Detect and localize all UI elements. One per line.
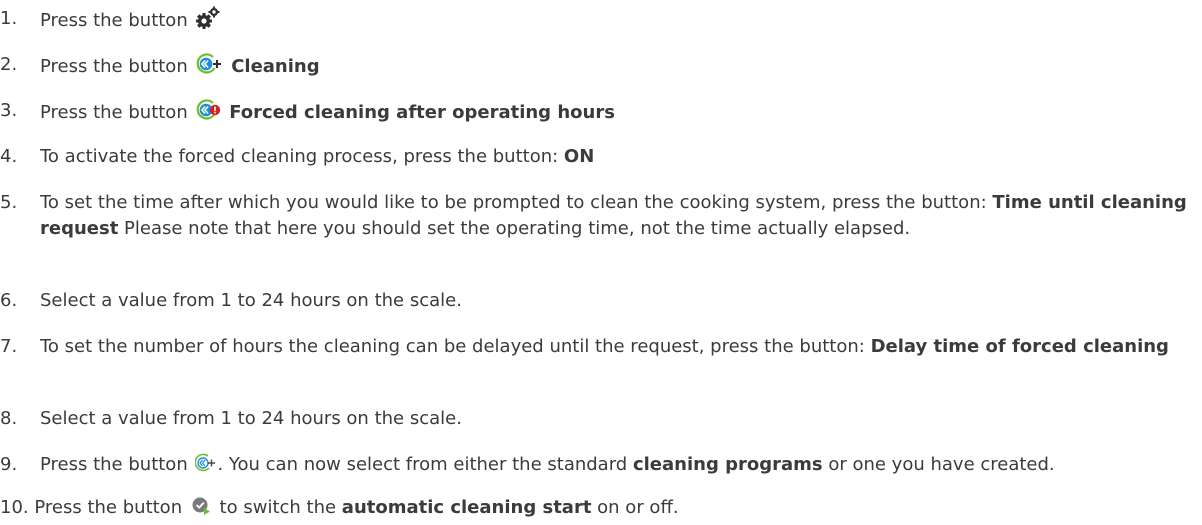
automatic-start-icon <box>190 495 212 525</box>
step-text-post: Please note that here you should set the… <box>118 218 911 239</box>
list-item: 5. To set the time after which you would… <box>0 190 1188 242</box>
step-text: Press the button <box>40 56 194 77</box>
list-item: 2. Press the button Cleaning <box>0 52 1188 84</box>
step-bold-label: Forced cleaning after operating hours <box>229 102 615 123</box>
step-text: Press the button <box>40 102 194 123</box>
step-number: 3. <box>0 100 18 121</box>
step-text: To set the time after which you would li… <box>40 192 993 213</box>
step-number: 9. <box>0 454 18 475</box>
step-bold-label: ON <box>563 146 595 167</box>
step-bold-label: Cleaning <box>231 56 320 77</box>
step-text: Press the button <box>40 10 194 31</box>
list-item: 8. Select a value from 1 to 24 hours on … <box>0 406 1188 432</box>
step-text: Press the button <box>40 454 194 475</box>
step-text-mid: . You can now select from either the sta… <box>217 454 633 475</box>
step-number: 4. <box>0 146 18 167</box>
step-bold-label: cleaning programs <box>632 454 823 475</box>
list-item: 6. Select a value from 1 to 24 hours on … <box>0 288 1188 314</box>
step-number: 6. <box>0 290 18 311</box>
step-text-mid: to switch the <box>213 497 342 518</box>
settings-gears-icon <box>195 6 221 38</box>
step-text: To set the number of hours the cleaning … <box>40 336 871 357</box>
step-text: Select a value from 1 to 24 hours on the… <box>40 408 462 429</box>
step-text-post: or one you have created. <box>822 454 1055 475</box>
list-item: 10. Press the button to switch the autom… <box>0 495 1188 525</box>
cleaning-programs-icon <box>194 452 216 482</box>
list-item: 4. To activate the forced cleaning proce… <box>0 144 1188 170</box>
step-text: Select a value from 1 to 24 hours on the… <box>40 290 462 311</box>
step-number: 1. <box>0 8 18 29</box>
step-number: 5. <box>0 192 18 213</box>
list-item: 1. Press the button <box>0 6 1188 38</box>
cleaning-icon <box>195 52 223 84</box>
step-number: 8. <box>0 408 18 429</box>
list-item: 3. Press the button Forced cleaning afte… <box>0 98 1188 130</box>
step-text-post: on or off. <box>591 497 679 518</box>
step-number: 2. <box>0 54 18 75</box>
forced-cleaning-alert-icon <box>195 98 221 130</box>
step-number: 7. <box>0 336 18 357</box>
list-item: 7. To set the number of hours the cleani… <box>0 334 1188 360</box>
list-item: 9. Press the button . You can now select… <box>0 452 1188 482</box>
step-number: 10. <box>0 497 29 518</box>
step-bold-label: automatic cleaning start <box>341 497 592 518</box>
step-text: Press the button <box>34 497 188 518</box>
step-bold-label: Delay time of forced cleaning <box>870 336 1169 357</box>
step-text: To activate the forced cleaning process,… <box>40 146 564 167</box>
instruction-list: 1. Press the button 2. Press the button … <box>0 0 1202 524</box>
